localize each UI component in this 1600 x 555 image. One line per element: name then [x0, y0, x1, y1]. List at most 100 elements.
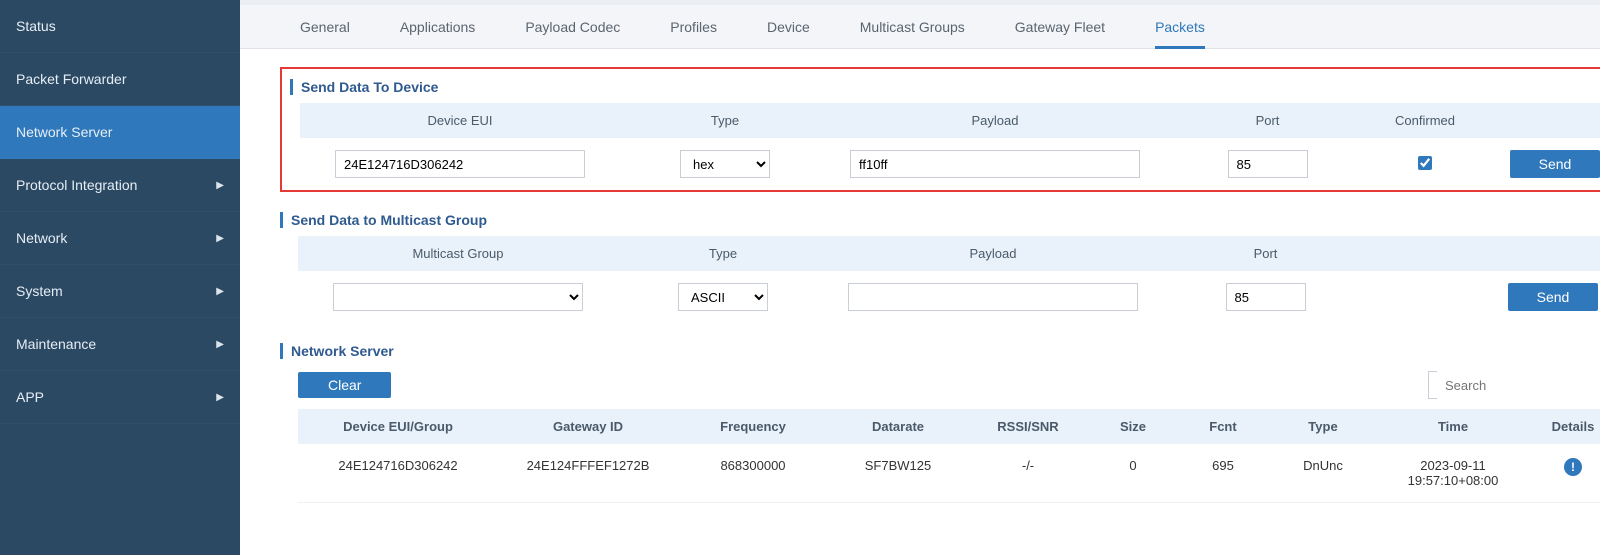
- table-row: 24E124716D306242 24E124FFFEF1272B 868300…: [298, 444, 1600, 503]
- cell-fcnt: 695: [1178, 458, 1268, 488]
- tab-label: Multicast Groups: [860, 19, 965, 35]
- type-select[interactable]: ASCII: [678, 283, 768, 311]
- col-header-confirmed: Confirmed: [1375, 113, 1475, 128]
- col-header-port: Port: [1160, 113, 1375, 128]
- section-send-to-device: Send Data To Device Device EUI Type Payl…: [280, 67, 1600, 192]
- content-area: Send Data To Device Device EUI Type Payl…: [240, 49, 1600, 503]
- cell-frequency: 868300000: [678, 458, 828, 488]
- col-header-details: Details: [1528, 419, 1600, 434]
- send-button[interactable]: Send: [1508, 283, 1598, 311]
- cell-device-eui: 24E124716D306242: [298, 458, 498, 488]
- chevron-right-icon: ▶: [216, 180, 224, 191]
- col-header-rssi-snr: RSSI/SNR: [968, 419, 1088, 434]
- cell-rssi-snr: -/-: [968, 458, 1088, 488]
- cell-size: 0: [1088, 458, 1178, 488]
- sidebar-item-label: Protocol Integration: [16, 177, 137, 193]
- tab-label: General: [300, 19, 350, 35]
- col-header-payload: Payload: [830, 113, 1160, 128]
- device-eui-input[interactable]: [335, 150, 585, 178]
- port-input[interactable]: [1228, 150, 1308, 178]
- form-input-row: ASCII Send: [298, 271, 1600, 323]
- sidebar-item-label: Network: [16, 230, 67, 246]
- cell-type: DnUnc: [1268, 458, 1378, 488]
- sidebar-item-protocol-integration[interactable]: Protocol Integration ▶: [0, 159, 240, 212]
- chevron-right-icon: ▶: [216, 339, 224, 350]
- sidebar-item-label: Maintenance: [16, 336, 96, 352]
- col-header-blank: [1373, 246, 1473, 261]
- form-header-row: Multicast Group Type Payload Port: [298, 236, 1600, 271]
- sidebar-item-label: Packet Forwarder: [16, 71, 126, 87]
- tab-device[interactable]: Device: [767, 5, 810, 48]
- col-header-type: Type: [1268, 419, 1378, 434]
- clear-button[interactable]: Clear: [298, 372, 391, 398]
- cell-time: 2023-09-11 19:57:10+08:00: [1378, 458, 1528, 488]
- sidebar-item-network[interactable]: Network ▶: [0, 212, 240, 265]
- col-header-blank: [1493, 246, 1600, 261]
- sidebar: Status Packet Forwarder Network Server P…: [0, 0, 240, 555]
- sidebar-item-app[interactable]: APP ▶: [0, 371, 240, 424]
- section-title: Network Server: [280, 343, 1600, 359]
- type-select[interactable]: hex: [680, 150, 770, 178]
- tab-label: Applications: [400, 19, 476, 35]
- payload-input[interactable]: [848, 283, 1138, 311]
- chevron-right-icon: ▶: [216, 233, 224, 244]
- time-line2: 19:57:10+08:00: [1378, 473, 1528, 488]
- confirmed-checkbox[interactable]: [1418, 156, 1432, 170]
- tab-applications[interactable]: Applications: [400, 5, 476, 48]
- multicast-group-select[interactable]: [333, 283, 583, 311]
- send-button[interactable]: Send: [1510, 150, 1600, 178]
- tab-label: Payload Codec: [525, 19, 620, 35]
- tab-payload-codec[interactable]: Payload Codec: [525, 5, 620, 48]
- cell-datarate: SF7BW125: [828, 458, 968, 488]
- chevron-right-icon: ▶: [216, 392, 224, 403]
- port-input[interactable]: [1226, 283, 1306, 311]
- tab-bar: General Applications Payload Codec Profi…: [240, 5, 1600, 49]
- sidebar-item-status[interactable]: Status: [0, 0, 240, 53]
- main-panel: General Applications Payload Codec Profi…: [240, 0, 1600, 555]
- tab-gateway-fleet[interactable]: Gateway Fleet: [1015, 5, 1105, 48]
- form-header-row: Device EUI Type Payload Port Confirmed: [300, 103, 1600, 138]
- sidebar-item-maintenance[interactable]: Maintenance ▶: [0, 318, 240, 371]
- col-header-fcnt: Fcnt: [1178, 419, 1268, 434]
- sidebar-item-label: System: [16, 283, 63, 299]
- sidebar-item-label: Status: [16, 18, 56, 34]
- col-header-type: Type: [618, 246, 828, 261]
- sidebar-item-label: APP: [16, 389, 44, 405]
- col-header-frequency: Frequency: [678, 419, 828, 434]
- col-header-datarate: Datarate: [828, 419, 968, 434]
- chevron-right-icon: ▶: [216, 286, 224, 297]
- payload-input[interactable]: [850, 150, 1140, 178]
- section-send-to-multicast: Send Data to Multicast Group Multicast G…: [280, 212, 1600, 323]
- tab-multicast-groups[interactable]: Multicast Groups: [860, 5, 965, 48]
- col-header-device-eui: Device EUI: [300, 113, 620, 128]
- col-header-multicast-group: Multicast Group: [298, 246, 618, 261]
- col-header-time: Time: [1378, 419, 1528, 434]
- cell-details: !: [1528, 458, 1600, 488]
- tab-label: Packets: [1155, 19, 1205, 35]
- sidebar-item-label: Network Server: [16, 124, 112, 140]
- sidebar-item-packet-forwarder[interactable]: Packet Forwarder: [0, 53, 240, 106]
- sidebar-item-network-server[interactable]: Network Server: [0, 106, 240, 159]
- tab-label: Device: [767, 19, 810, 35]
- col-header-size: Size: [1088, 419, 1178, 434]
- tab-label: Gateway Fleet: [1015, 19, 1105, 35]
- tab-general[interactable]: General: [300, 5, 350, 48]
- tab-label: Profiles: [670, 19, 717, 35]
- time-line1: 2023-09-11: [1378, 458, 1528, 473]
- info-icon[interactable]: !: [1564, 458, 1582, 476]
- sidebar-item-system[interactable]: System ▶: [0, 265, 240, 318]
- col-header-blank: [1495, 113, 1600, 128]
- col-header-port: Port: [1158, 246, 1373, 261]
- section-title: Send Data To Device: [290, 79, 1600, 95]
- tab-packets[interactable]: Packets: [1155, 5, 1205, 48]
- section-title: Send Data to Multicast Group: [280, 212, 1600, 228]
- form-input-row: hex Send: [300, 138, 1600, 190]
- tab-profiles[interactable]: Profiles: [670, 5, 717, 48]
- cell-gateway-id: 24E124FFFEF1272B: [498, 458, 678, 488]
- table-header-row: Device EUI/Group Gateway ID Frequency Da…: [298, 409, 1600, 444]
- col-header-type: Type: [620, 113, 830, 128]
- search-input[interactable]: [1437, 371, 1600, 399]
- section-network-server: Network Server Clear Device EUI/Group Ga…: [280, 343, 1600, 503]
- col-header-payload: Payload: [828, 246, 1158, 261]
- search-box[interactable]: [1428, 371, 1600, 399]
